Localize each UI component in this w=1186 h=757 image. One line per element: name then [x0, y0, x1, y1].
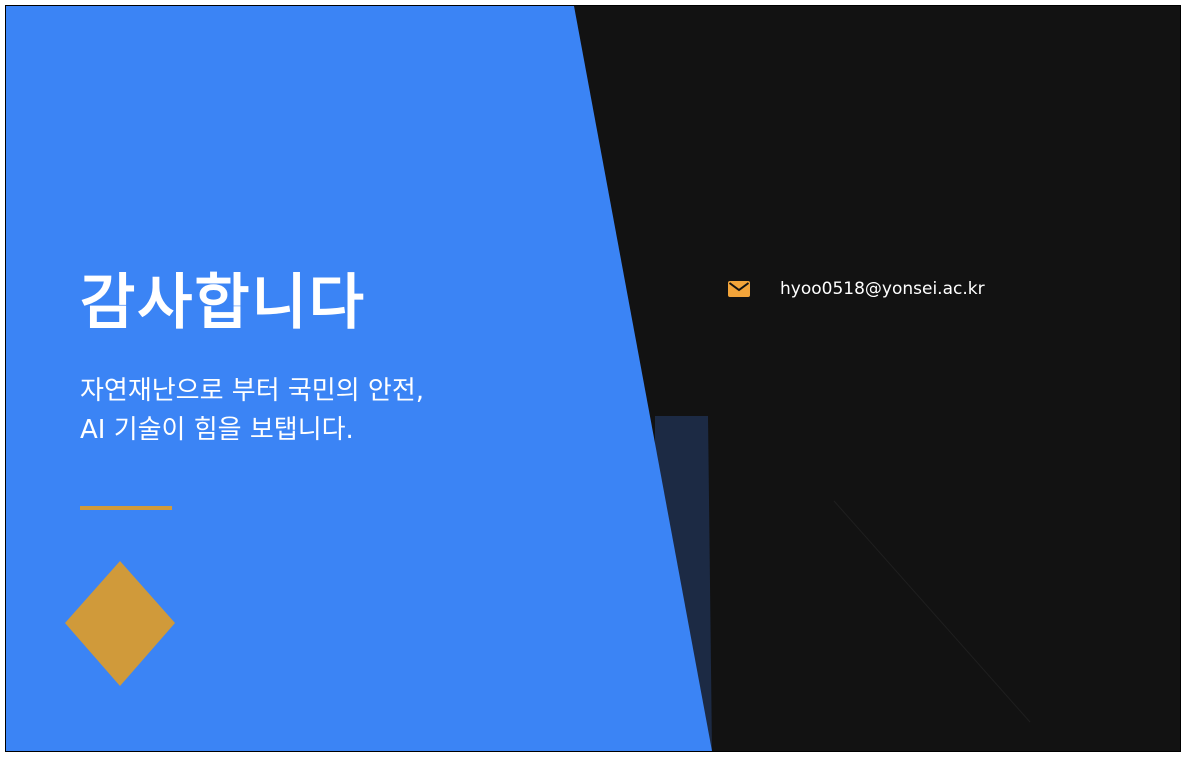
thank-you-slide: 감사합니다 자연재난으로 부터 국민의 안전, AI 기술이 힘을 보탭니다. … — [5, 5, 1181, 752]
subtitle-line-1: 자연재난으로 부터 국민의 안전, — [80, 376, 425, 406]
slide-subtitle: 자연재난으로 부터 국민의 안전, AI 기술이 힘을 보탭니다. — [80, 372, 424, 450]
contact-email: hyoo0518@yonsei.ac.kr — [780, 279, 985, 299]
subtitle-line-2: AI 기술이 힘을 보탭니다. — [80, 415, 354, 445]
gold-divider — [80, 506, 172, 510]
mail-icon — [728, 281, 750, 297]
contact-email-row: hyoo0518@yonsei.ac.kr — [728, 279, 985, 299]
slide-title: 감사합니다 — [80, 268, 366, 338]
gold-diamond — [65, 561, 175, 686]
